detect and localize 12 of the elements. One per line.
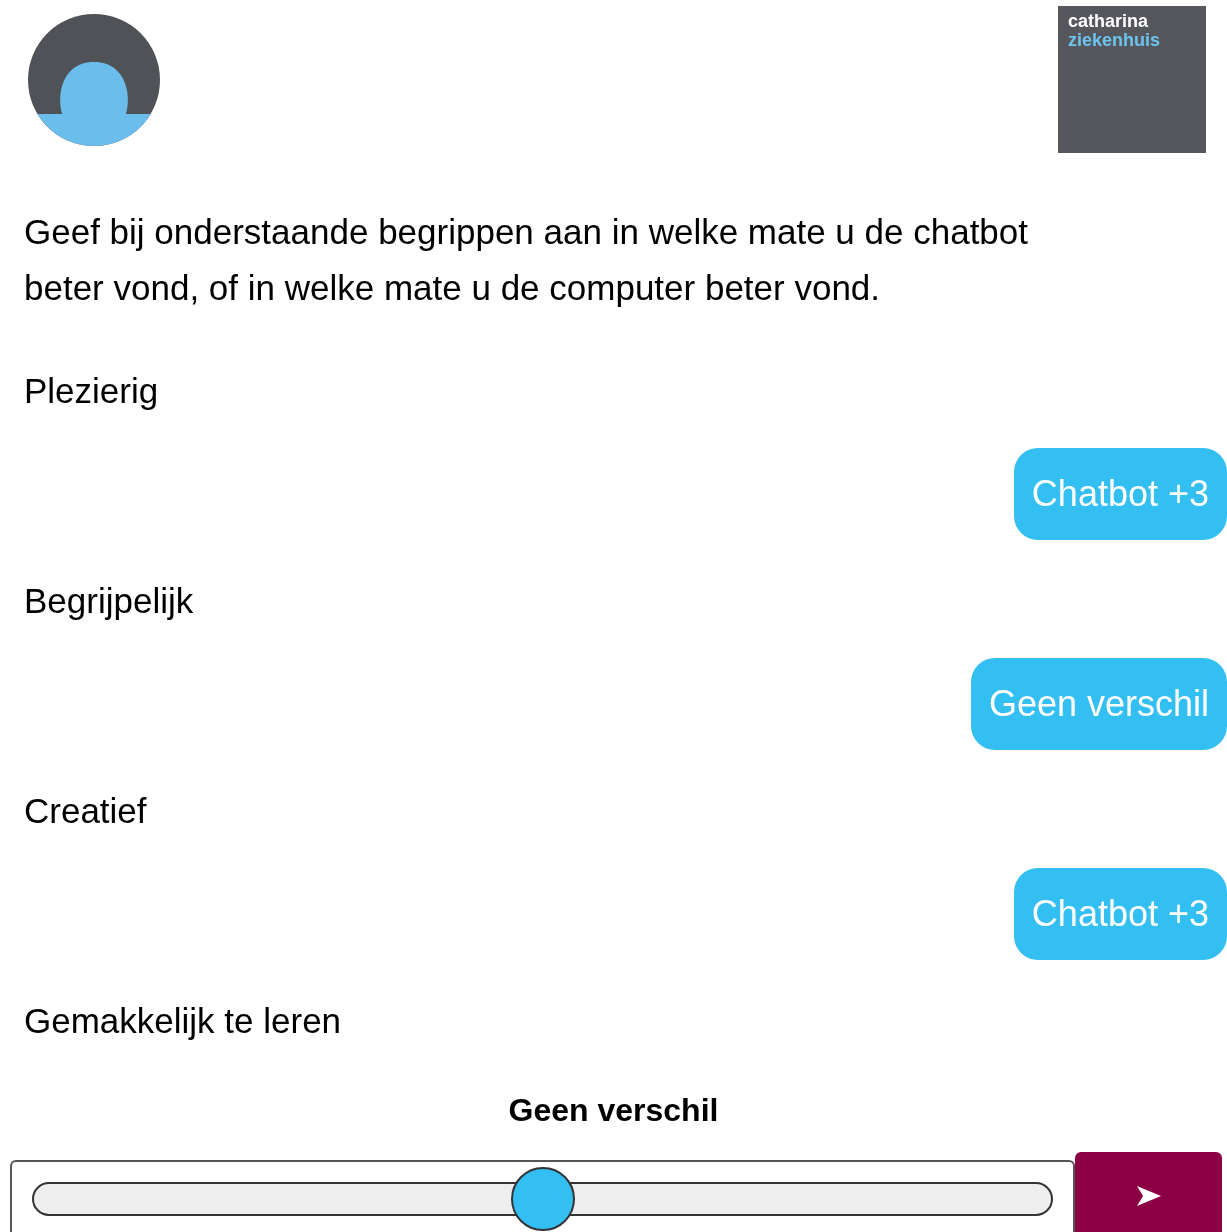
question-text: Geef bij onderstaande begrippen aan in welke mate u de chatbot beter vond, of in welke mate u de computer beter vond. — [24, 211, 1030, 309]
logo-text: catharina — [1068, 12, 1150, 31]
item-label: Begrijpelijk — [24, 580, 194, 622]
item-label: Plezierig — [24, 370, 159, 412]
item-label: Gemakkelijk te leren — [24, 1000, 342, 1042]
send-icon — [1136, 1186, 1161, 1206]
answer-bubble: Chatbot +3 — [1013, 448, 1227, 540]
item-label: Creatief — [24, 790, 147, 832]
slider-value: Geen verschil — [508, 1091, 719, 1130]
answer-bubble: Geen verschil — [970, 658, 1227, 750]
logo-text: ziekenhuis — [1068, 31, 1162, 50]
answer-bubble: Chatbot +3 — [1013, 868, 1227, 960]
